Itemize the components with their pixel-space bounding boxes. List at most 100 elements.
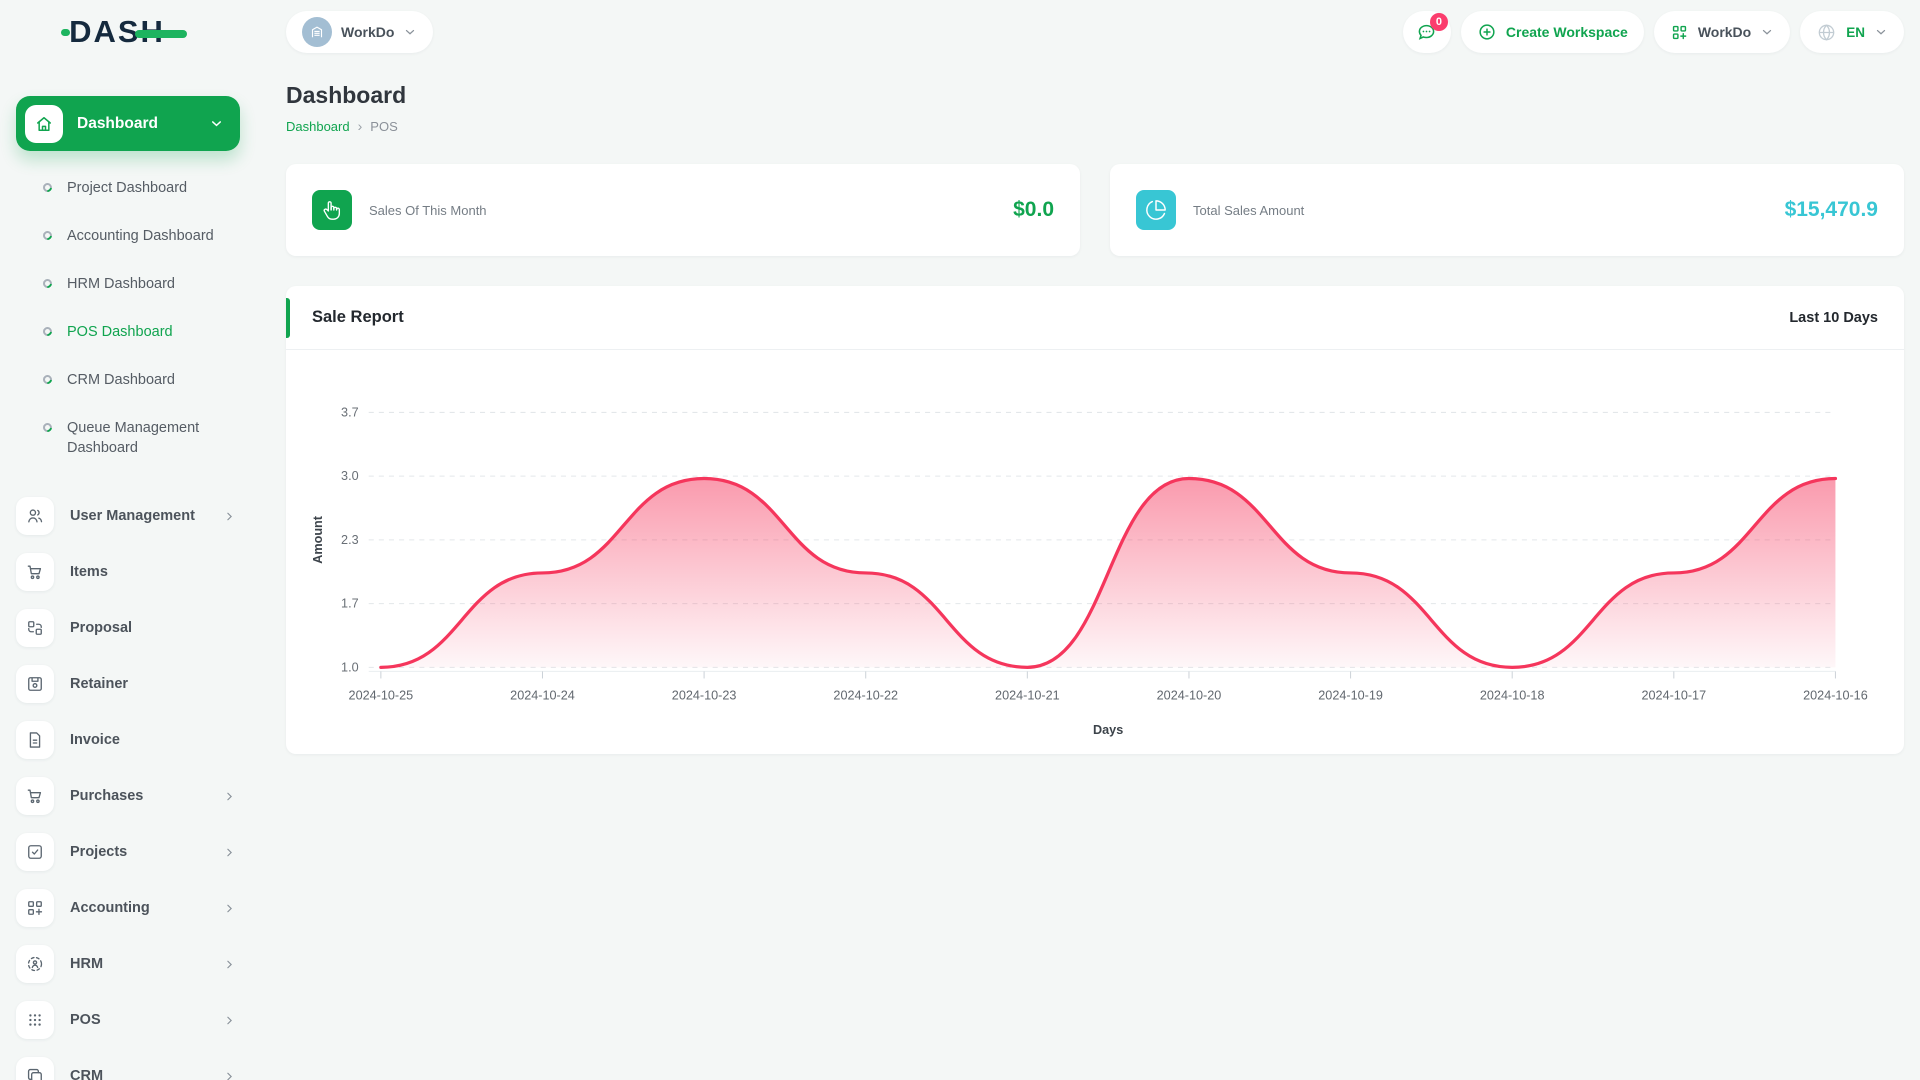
sidebar-item-label: Invoice	[70, 732, 120, 748]
chevron-down-icon	[1760, 25, 1774, 39]
sidebar-item-label: HRM Dashboard	[67, 276, 175, 292]
logo-accent-bar	[134, 30, 187, 38]
sidebar-item-label: Retainer	[70, 676, 129, 692]
area-chart-canvas: 3.7 3.0 2.3 1.7 1.0 2024-10-25 2024-10-24 2024-…	[311, 405, 1868, 737]
create-workspace-button[interactable]: Create Workspace	[1460, 11, 1644, 53]
svg-text:2024-10-18: 2024-10-18	[1480, 689, 1545, 703]
check-square-icon	[16, 833, 54, 871]
stat-label: Sales Of This Month	[369, 202, 487, 218]
sale-report-title: Sale Report	[312, 308, 404, 326]
svg-text:2024-10-22: 2024-10-22	[833, 689, 898, 703]
stat-label: Total Sales Amount	[1193, 202, 1305, 218]
sidebar-item-pos[interactable]: POS	[16, 992, 240, 1048]
stat-cards-row: Sales Of This Month $0.0 Total Sales Amo…	[286, 164, 1904, 256]
circle-plus-icon	[1479, 24, 1495, 40]
pie-chart-icon	[1136, 190, 1176, 230]
grid-plus-icon	[16, 889, 54, 927]
sale-report-header: Sale Report Last 10 Days	[286, 286, 1904, 350]
chevron-right-icon	[223, 958, 236, 971]
sidebar-item-accounting-dashboard[interactable]: Accounting Dashboard	[16, 212, 240, 260]
cart-icon	[16, 777, 54, 815]
sidebar-item-accounting[interactable]: Accounting	[16, 880, 240, 936]
sidebar-item-invoice[interactable]: Invoice	[16, 712, 240, 768]
sidebar-item-user-management[interactable]: User Management	[16, 488, 240, 544]
workspace-dropdown[interactable]: WorkDo	[1653, 11, 1791, 53]
svg-text:1.7: 1.7	[341, 597, 359, 611]
sidebar-item-project-dashboard[interactable]: Project Dashboard	[16, 164, 240, 212]
svg-text:2024-10-19: 2024-10-19	[1318, 689, 1383, 703]
svg-text:3.0: 3.0	[341, 469, 359, 483]
person-dashed-icon	[16, 945, 54, 983]
sidebar-item-label: Purchases	[70, 788, 144, 804]
sidebar-item-retainer[interactable]: Retainer	[16, 656, 240, 712]
workspace-switcher-label: WorkDo	[341, 24, 395, 40]
page-head: Dashboard Dashboard › POS	[286, 82, 1904, 134]
header-accent-bar	[286, 298, 290, 338]
sidebar-item-projects[interactable]: Projects	[16, 824, 240, 880]
bullet-icon	[41, 181, 54, 194]
sidebar-item-hrm-dashboard[interactable]: HRM Dashboard	[16, 260, 240, 308]
sidebar-item-purchases[interactable]: Purchases	[16, 768, 240, 824]
chevron-down-icon	[403, 25, 417, 39]
invoice-icon	[16, 721, 54, 759]
brand-logo[interactable]: DASH	[61, 14, 187, 50]
breadcrumb: Dashboard › POS	[286, 118, 1904, 134]
chevron-right-icon	[223, 510, 236, 523]
save-icon	[16, 665, 54, 703]
users-icon	[16, 497, 54, 535]
svg-text:2024-10-24: 2024-10-24	[510, 689, 575, 703]
workspace-dropdown-label: WorkDo	[1697, 24, 1752, 40]
svg-text:1.0: 1.0	[341, 660, 359, 674]
language-dropdown[interactable]: EN	[1800, 11, 1904, 53]
sidebar-item-label: Project Dashboard	[67, 180, 188, 196]
workspace-avatar	[302, 17, 332, 47]
sidebar-item-queue-management-dashboard[interactable]: Queue Management Dashboard	[16, 404, 240, 472]
bullet-icon	[41, 229, 54, 242]
messages-button[interactable]: 0	[1402, 11, 1451, 53]
stat-value: $15,470.9	[1784, 198, 1878, 221]
chevron-down-icon	[209, 116, 224, 131]
messages-count-badge: 0	[1429, 13, 1448, 31]
svg-text:3.7: 3.7	[341, 405, 359, 419]
sidebar-group-dashboard[interactable]: Dashboard	[16, 96, 240, 151]
cart-icon	[16, 553, 54, 591]
breadcrumb-separator: ›	[357, 118, 363, 134]
sale-report-chart: 3.7 3.0 2.3 1.7 1.0 2024-10-25 2024-10-24 2024-…	[286, 350, 1904, 754]
dashboard-submenu: Project Dashboard Accounting Dashboard H…	[16, 151, 240, 476]
main-content: Dashboard Dashboard › POS Sales Of This …	[256, 58, 1920, 1080]
bullet-icon	[41, 277, 54, 290]
dots-grid-icon	[16, 1001, 54, 1039]
sidebar-item-pos-dashboard[interactable]: POS Dashboard	[16, 308, 240, 356]
sidebar-item-items[interactable]: Items	[16, 544, 240, 600]
content-row: Dashboard Project Dashboard Accounting D…	[0, 58, 1920, 1080]
chevron-down-icon	[1874, 25, 1888, 39]
stat-value: $0.0	[1013, 198, 1054, 221]
sale-report-card: Sale Report Last 10 Days 3.7 3.0 2.3 1.7 1.0…	[286, 286, 1904, 755]
chevron-right-icon	[223, 1014, 236, 1027]
bullet-icon	[41, 325, 54, 338]
sidebar-item-label: Accounting	[70, 900, 150, 916]
sidebar-menu: User Management Items Proposal Retainer …	[16, 476, 240, 1080]
sidebar-item-label: Queue Management Dashboard	[67, 420, 200, 456]
sidebar-item-proposal[interactable]: Proposal	[16, 600, 240, 656]
sidebar-item-label: POS Dashboard	[67, 324, 173, 340]
sidebar-item-label: CRM Dashboard	[67, 372, 175, 388]
sidebar-item-hrm[interactable]: HRM	[16, 936, 240, 992]
sidebar-item-crm-dashboard[interactable]: CRM Dashboard	[16, 356, 240, 404]
overlap-squares-icon	[16, 1057, 54, 1080]
svg-text:2024-10-20: 2024-10-20	[1157, 689, 1222, 703]
breadcrumb-dashboard-link[interactable]: Dashboard	[286, 119, 350, 134]
sidebar-item-crm[interactable]: CRM	[16, 1048, 240, 1080]
language-label: EN	[1846, 24, 1865, 40]
sidebar-item-label: Proposal	[70, 620, 133, 636]
svg-text:Amount: Amount	[311, 515, 325, 563]
chevron-right-icon	[223, 790, 236, 803]
create-workspace-label: Create Workspace	[1505, 24, 1628, 40]
sale-report-range-label: Last 10 Days	[1789, 309, 1878, 326]
svg-text:2024-10-17: 2024-10-17	[1642, 689, 1707, 703]
sidebar-item-label: Projects	[70, 844, 128, 860]
bullet-icon	[41, 421, 54, 434]
bullet-icon	[41, 373, 54, 386]
workspace-switcher[interactable]: WorkDo	[286, 11, 434, 53]
sidebar-item-label: CRM	[70, 1068, 104, 1080]
